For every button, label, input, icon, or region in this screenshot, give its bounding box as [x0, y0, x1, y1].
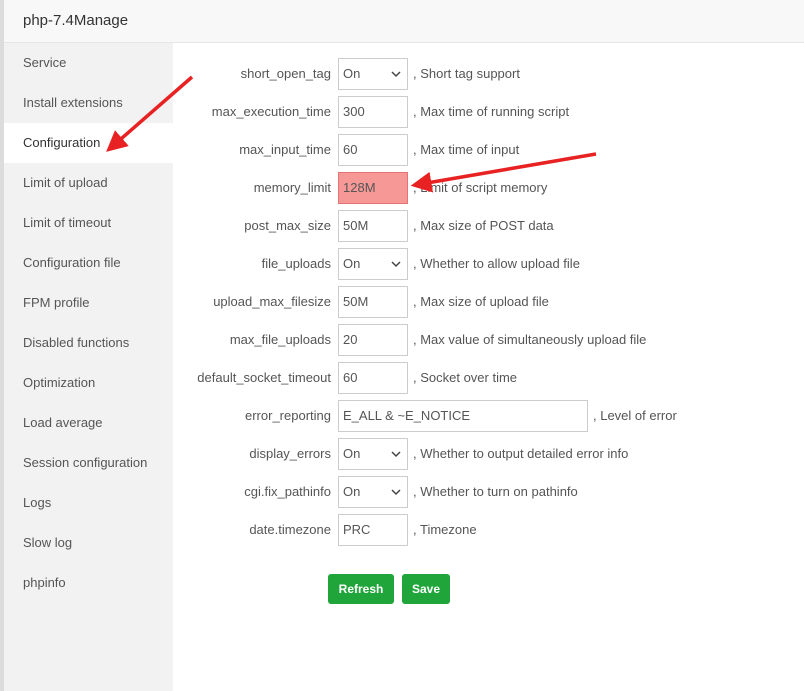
setting-label: upload_max_filesize [213, 294, 331, 309]
chevron-down-icon [391, 71, 401, 78]
setting-label: error_reporting [245, 408, 331, 423]
select-value: On [343, 66, 361, 81]
setting-label: max_input_time [239, 142, 331, 157]
setting-row-error-reporting: error_reporting E_ALL & ~E_NOTICE , Leve… [173, 400, 804, 432]
date-timezone-input[interactable]: PRC [338, 514, 408, 546]
cgi-fix-pathinfo-select[interactable]: On [338, 476, 408, 508]
sidebar-item-limit-of-timeout[interactable]: Limit of timeout [4, 203, 173, 243]
sidebar-item-logs[interactable]: Logs [4, 483, 173, 523]
setting-row-short-open-tag: short_open_tag On , Short tag support [173, 58, 804, 90]
sidebar-item-phpinfo[interactable]: phpinfo [4, 563, 173, 603]
setting-row-max-input-time: max_input_time 60 , Max time of input [173, 134, 804, 166]
setting-label: max_file_uploads [229, 332, 331, 347]
setting-description: , Max time of input [413, 142, 520, 157]
setting-row-cgi-fix-pathinfo: cgi.fix_pathinfo On , Whether to turn on… [173, 476, 804, 508]
setting-description: , Socket over time [413, 370, 518, 385]
setting-label: date.timezone [249, 522, 331, 537]
chevron-down-icon [391, 451, 401, 458]
select-value: On [343, 484, 361, 499]
setting-row-max-file-uploads: max_file_uploads 20 , Max value of simul… [173, 324, 804, 356]
save-button[interactable]: Save [402, 574, 450, 604]
sidebar-item-disabled-functions[interactable]: Disabled functions [4, 323, 173, 363]
select-value: On [343, 446, 361, 461]
sidebar-item-fpm-profile[interactable]: FPM profile [4, 283, 173, 323]
sidebar-item-configuration[interactable]: Configuration [4, 123, 173, 163]
dialog-title: php-7.4Manage [23, 12, 129, 29]
setting-label: max_execution_time [211, 104, 331, 119]
setting-row-max-execution-time: max_execution_time 300 , Max time of run… [173, 96, 804, 128]
setting-row-default-socket-timeout: default_socket_timeout 60 , Socket over … [173, 362, 804, 394]
sidebar-item-slow-log[interactable]: Slow log [4, 523, 173, 563]
dialog-titlebar: php-7.4Manage [4, 0, 804, 43]
setting-description: , Max size of POST data [413, 218, 554, 233]
setting-description: , Whether to turn on pathinfo [413, 484, 578, 499]
setting-description: , Max time of running script [413, 104, 570, 119]
upload-max-filesize-input[interactable]: 50M [338, 286, 408, 318]
setting-label: default_socket_timeout [197, 370, 331, 385]
setting-description: , Max value of simultaneously upload fil… [413, 332, 647, 347]
php-manage-dialog: php-7.4Manage Service Install extensions… [4, 0, 804, 691]
setting-description: , Max size of upload file [413, 294, 549, 309]
setting-description: , Whether to allow upload file [413, 256, 580, 271]
setting-label: cgi.fix_pathinfo [244, 484, 331, 499]
sidebar-item-service[interactable]: Service [4, 43, 173, 83]
setting-description: , Whether to output detailed error info [413, 446, 629, 461]
sidebar-item-session-configuration[interactable]: Session configuration [4, 443, 173, 483]
post-max-size-input[interactable]: 50M [338, 210, 408, 242]
setting-label: post_max_size [244, 218, 331, 233]
setting-row-upload-max-filesize: upload_max_filesize 50M , Max size of up… [173, 286, 804, 318]
file-uploads-select[interactable]: On [338, 248, 408, 280]
short-open-tag-select[interactable]: On [338, 58, 408, 90]
setting-label: display_errors [249, 446, 331, 461]
setting-description: , Timezone [413, 522, 477, 537]
setting-description: , Limit of script memory [413, 180, 548, 195]
setting-row-post-max-size: post_max_size 50M , Max size of POST dat… [173, 210, 804, 242]
sidebar-item-install-extensions[interactable]: Install extensions [4, 83, 173, 123]
max-execution-time-input[interactable]: 300 [338, 96, 408, 128]
configuration-panel: short_open_tag On , Short tag support ma… [173, 43, 804, 691]
display-errors-select[interactable]: On [338, 438, 408, 470]
select-value: On [343, 256, 361, 271]
sidebar: Service Install extensions Configuration… [4, 43, 173, 691]
refresh-button[interactable]: Refresh [328, 574, 394, 604]
setting-label: memory_limit [253, 180, 331, 195]
sidebar-item-configuration-file[interactable]: Configuration file [4, 243, 173, 283]
max-file-uploads-input[interactable]: 20 [338, 324, 408, 356]
chevron-down-icon [391, 261, 401, 268]
sidebar-item-load-average[interactable]: Load average [4, 403, 173, 443]
setting-description: , Short tag support [413, 66, 520, 81]
setting-row-display-errors: display_errors On , Whether to output de… [173, 438, 804, 470]
setting-row-file-uploads: file_uploads On , Whether to allow uploa… [173, 248, 804, 280]
setting-row-memory-limit: memory_limit 128M , Limit of script memo… [173, 172, 804, 204]
max-input-time-input[interactable]: 60 [338, 134, 408, 166]
memory-limit-input[interactable]: 128M [338, 172, 408, 204]
setting-row-date-timezone: date.timezone PRC , Timezone [173, 514, 804, 546]
chevron-down-icon [391, 489, 401, 496]
setting-label: short_open_tag [240, 66, 331, 81]
setting-label: file_uploads [261, 256, 331, 271]
sidebar-item-limit-of-upload[interactable]: Limit of upload [4, 163, 173, 203]
sidebar-item-optimization[interactable]: Optimization [4, 363, 173, 403]
setting-description: , Level of error [593, 408, 677, 423]
default-socket-timeout-input[interactable]: 60 [338, 362, 408, 394]
error-reporting-input[interactable]: E_ALL & ~E_NOTICE [338, 400, 588, 432]
